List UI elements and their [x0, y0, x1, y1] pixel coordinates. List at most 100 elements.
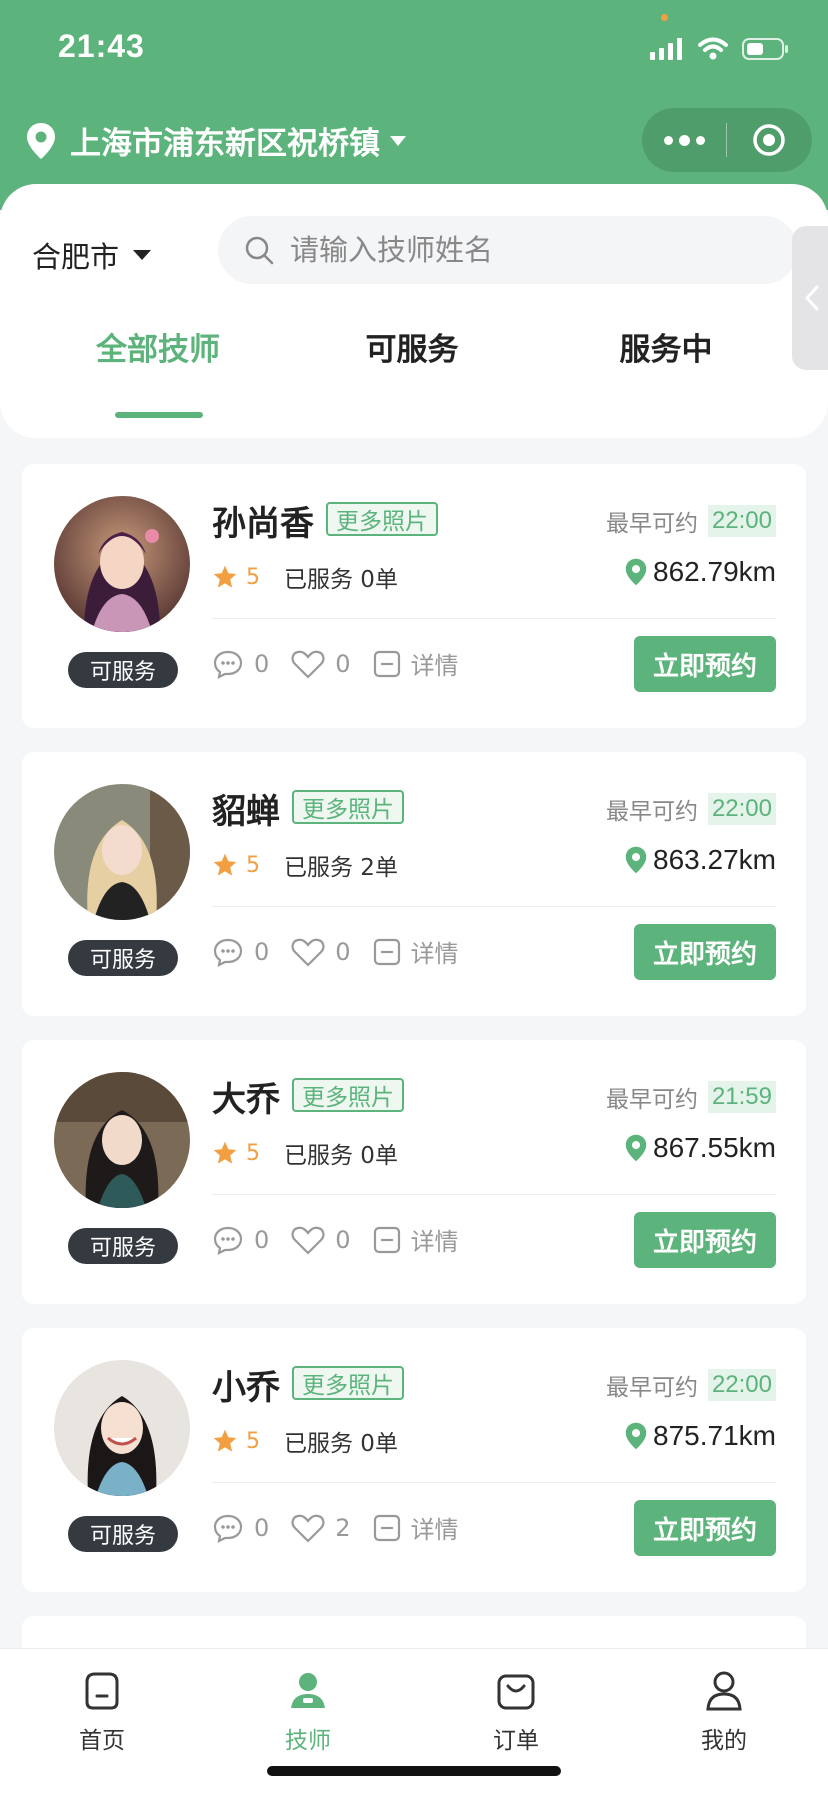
details-icon — [373, 1226, 400, 1253]
status-bar: 21:43 — [0, 0, 828, 100]
distance: 875.71km — [625, 1420, 776, 1452]
distance-value: 875.71km — [653, 1420, 776, 1451]
city-selector[interactable]: 合肥市 — [32, 234, 152, 276]
comment-count: 0 — [254, 649, 270, 678]
tab-available[interactable]: 可服务 — [312, 324, 512, 369]
card-actions: 0 0 详情 — [212, 934, 481, 969]
technician-card[interactable]: 可服务 小乔 更多照片 最早可约 22:00 5 已服务 0单 875.71km… — [22, 1328, 806, 1592]
divider — [212, 618, 776, 619]
filter-panel: 合肥市 全部技师 可服务 服务中 — [0, 184, 828, 438]
earliest-label: 最早可约 — [605, 1087, 698, 1113]
card-actions: 0 0 详情 — [212, 1222, 481, 1257]
like-count: 0 — [335, 649, 351, 678]
details-button[interactable]: 详情 — [373, 1510, 459, 1545]
technician-icon — [291, 1673, 325, 1708]
card-actions: 0 0 详情 — [212, 646, 481, 681]
location-pin-icon — [27, 122, 55, 159]
more-photos-button[interactable]: 更多照片 — [292, 1366, 404, 1400]
status-time: 21:43 — [58, 28, 145, 64]
comment-icon — [213, 1226, 243, 1255]
heart-icon — [291, 938, 325, 967]
technician-card[interactable]: 可服务 孙尚香 更多照片 最早可约 22:00 5 已服务 0单 862.79k… — [22, 464, 806, 728]
location-pin-icon — [625, 558, 647, 586]
book-now-button[interactable]: 立即预约 — [634, 636, 776, 692]
tab-all[interactable]: 全部技师 — [58, 324, 258, 369]
like-count: 2 — [335, 1513, 351, 1542]
details-button[interactable]: 详情 — [373, 934, 459, 969]
technician-name: 小乔 — [212, 1368, 280, 1408]
location-selector[interactable]: 上海市浦东新区祝桥镇 — [26, 118, 406, 163]
nav-home[interactable]: 首页 — [42, 1665, 162, 1755]
search-box — [218, 216, 798, 284]
more-photos-button[interactable]: 更多照片 — [292, 1078, 404, 1112]
comment-button[interactable]: 0 — [212, 1225, 269, 1255]
technician-name: 貂蝉 — [212, 792, 280, 832]
technician-card[interactable]: 可服务 大乔 更多照片 最早可约 21:59 5 已服务 0单 867.55km… — [22, 1040, 806, 1304]
comment-button[interactable]: 0 — [212, 1513, 269, 1543]
comment-icon — [213, 1514, 243, 1543]
tab-in-service[interactable]: 服务中 — [566, 324, 766, 369]
like-button[interactable]: 0 — [291, 649, 351, 679]
more-photos-button[interactable]: 更多照片 — [326, 502, 438, 536]
side-drawer-handle[interactable] — [792, 226, 828, 370]
star-icon — [213, 853, 237, 876]
home-indicator — [267, 1766, 561, 1776]
details-icon — [373, 650, 400, 677]
like-button[interactable]: 0 — [291, 1225, 351, 1255]
avatar[interactable] — [54, 784, 190, 920]
location-text: 上海市浦东新区祝桥镇 — [70, 126, 380, 162]
search-input[interactable] — [288, 232, 732, 268]
nav-profile[interactable]: 我的 — [664, 1665, 784, 1755]
location-pin-icon — [625, 1422, 647, 1450]
more-photos-button[interactable]: 更多照片 — [292, 790, 404, 824]
avatar[interactable] — [54, 496, 190, 632]
rating: 5 已服务 0单 — [212, 560, 398, 594]
distance-value: 862.79km — [653, 556, 776, 587]
served-count: 已服务 0单 — [284, 567, 398, 593]
earliest-available: 最早可约 22:00 — [606, 504, 776, 538]
distance: 862.79km — [625, 556, 776, 588]
book-now-button[interactable]: 立即预约 — [634, 1212, 776, 1268]
nav-orders[interactable]: 订单 — [456, 1665, 576, 1755]
earliest-time: 21:59 — [707, 1081, 776, 1113]
close-miniprogram-button[interactable] — [727, 108, 811, 172]
nav-orders-label: 订单 — [493, 1728, 539, 1754]
divider — [212, 1482, 776, 1483]
avatar[interactable] — [54, 1072, 190, 1208]
status-badge: 可服务 — [68, 940, 178, 976]
target-icon — [753, 124, 785, 156]
like-count: 0 — [335, 1225, 351, 1254]
avatar[interactable] — [54, 1360, 190, 1496]
caret-down-icon — [133, 250, 152, 260]
nav-technician[interactable]: 技师 — [248, 1665, 368, 1755]
details-button[interactable]: 详情 — [373, 646, 459, 681]
location-pin-icon — [625, 1134, 647, 1162]
miniprogram-capsule — [642, 108, 812, 172]
heart-icon — [291, 650, 325, 679]
comment-button[interactable]: 0 — [212, 649, 269, 679]
served-count: 已服务 2单 — [284, 855, 398, 881]
earliest-available: 最早可约 22:00 — [606, 1368, 776, 1402]
search-icon — [245, 236, 274, 265]
like-button[interactable]: 2 — [291, 1513, 351, 1543]
order-bag-icon — [497, 1674, 535, 1710]
like-button[interactable]: 0 — [291, 937, 351, 967]
details-label: 详情 — [410, 652, 459, 680]
details-button[interactable]: 详情 — [373, 1222, 459, 1257]
details-label: 详情 — [410, 940, 459, 968]
star-icon — [213, 1429, 237, 1452]
technician-card[interactable]: 可服务 貂蝉 更多照片 最早可约 22:00 5 已服务 2单 863.27km… — [22, 752, 806, 1016]
book-now-button[interactable]: 立即预约 — [634, 924, 776, 980]
heart-icon — [291, 1514, 325, 1543]
comment-button[interactable]: 0 — [212, 937, 269, 967]
book-now-button[interactable]: 立即预约 — [634, 1500, 776, 1556]
rating: 5 已服务 0单 — [212, 1424, 398, 1458]
more-menu-button[interactable] — [642, 108, 726, 172]
signal-icon — [650, 38, 682, 60]
battery-icon — [742, 38, 788, 60]
details-label: 详情 — [410, 1516, 459, 1544]
location-pin-icon — [625, 846, 647, 874]
nav-home-label: 首页 — [79, 1728, 125, 1754]
earliest-time: 22:00 — [707, 1369, 776, 1401]
technician-name: 孙尚香 — [212, 504, 314, 544]
